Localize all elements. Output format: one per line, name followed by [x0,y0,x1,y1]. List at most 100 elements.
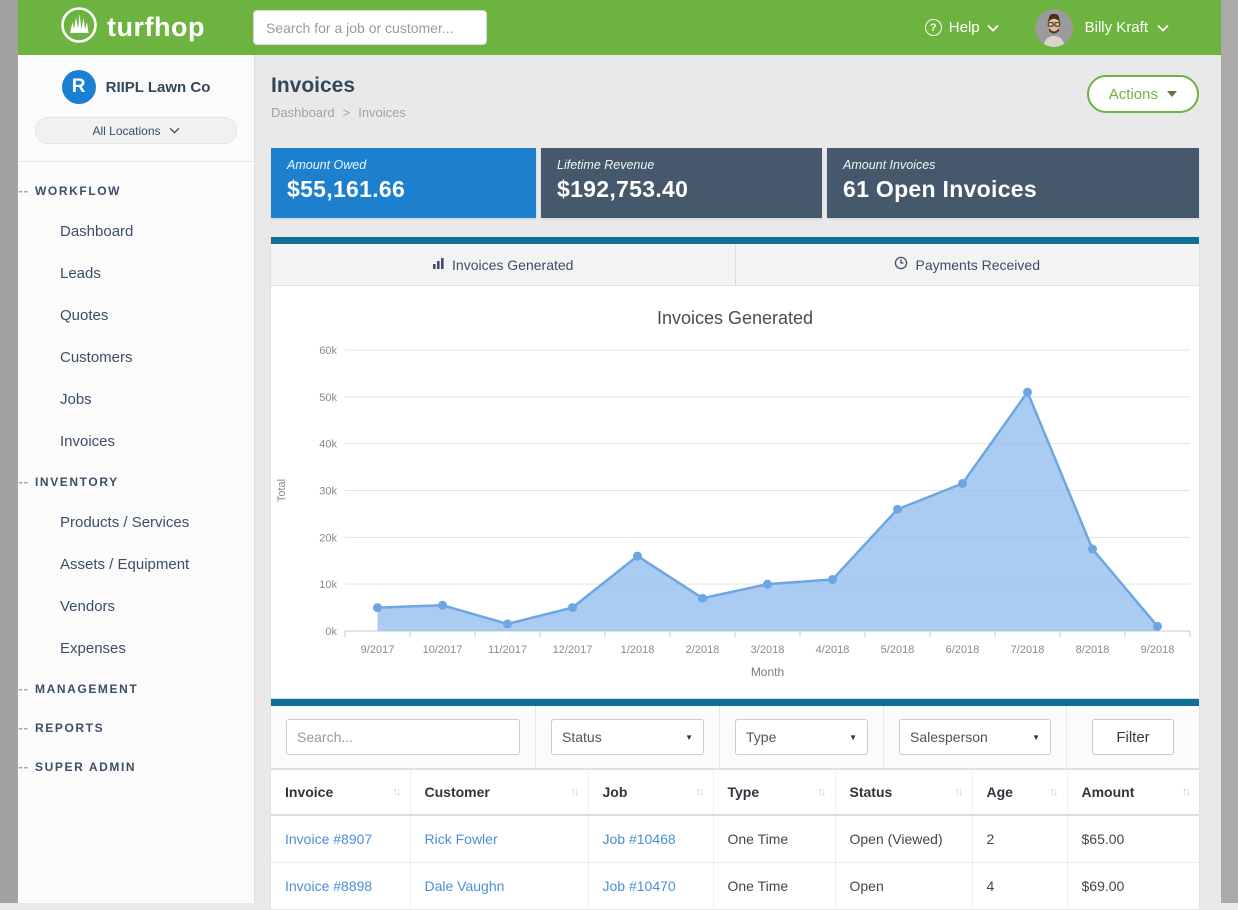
tab-invoices-generated[interactable]: Invoices Generated [271,244,735,285]
sort-icon[interactable]: ↑↓ [571,786,578,798]
invoice-link[interactable]: Invoice #8898 [285,878,372,894]
sort-icon[interactable]: ↑↓ [1182,786,1189,798]
chart-title: Invoices Generated [271,286,1199,329]
chart-point[interactable] [568,603,577,612]
chart-point[interactable] [1023,388,1032,397]
location-selector[interactable]: All Locations [35,117,237,144]
cell-invoice: Invoice #8907 [271,815,410,863]
filter-row: Status▼ Type▼ Salesperson▼ Filter [271,706,1199,770]
column-header-age[interactable]: Age ↑↓ [972,770,1067,815]
sidebar-item-leads[interactable]: Leads [18,252,254,294]
x-tick-label: 11/2017 [488,644,527,656]
sidebar-section-super-admin[interactable]: ---SUPER ADMIN [18,747,254,786]
column-label: Status [850,784,893,800]
customer-link[interactable]: Dale Vaughn [425,878,505,894]
sidebar-section-management[interactable]: ---MANAGEMENT [18,669,254,708]
job-link[interactable]: Job #10470 [603,878,676,894]
job-link[interactable]: Job #10468 [603,831,676,847]
sort-icon[interactable]: ↑↓ [818,786,825,798]
brand-logo[interactable]: turfhop [60,6,205,49]
stat-label: Lifetime Revenue [557,158,806,172]
sort-icon[interactable]: ↑↓ [393,786,400,798]
customer-link[interactable]: Rick Fowler [425,831,498,847]
chart-point[interactable] [373,603,382,612]
tab-payments-received[interactable]: Payments Received [735,244,1200,285]
y-tick-label: 0k [325,626,337,638]
column-header-status[interactable]: Status ↑↓ [835,770,972,815]
invoice-link[interactable]: Invoice #8907 [285,831,372,847]
chart-point[interactable] [1088,545,1097,554]
chart-point[interactable] [1153,622,1162,631]
user-avatar[interactable] [1035,9,1073,47]
column-header-type[interactable]: Type↑↓ [713,770,835,815]
chart-point[interactable] [958,479,967,488]
sidebar-item-products-services[interactable]: Products / Services [18,501,254,543]
sort-icon[interactable]: ↑↓ [696,786,703,798]
breadcrumb-separator: > [343,105,351,120]
chart-point[interactable] [503,619,512,628]
x-tick-label: 12/2017 [553,644,593,656]
user-menu[interactable]: Billy Kraft [1085,19,1169,36]
column-label: Age [987,784,1013,800]
chart-point[interactable] [698,594,707,603]
chart-point[interactable] [633,552,642,561]
type-select[interactable]: Type▼ [735,719,868,755]
window-edge-right[interactable] [1221,0,1238,903]
sidebar-section-label: SUPER ADMIN [35,760,136,774]
y-tick-label: 10k [319,579,337,591]
sidebar-company-section: R RIIPL Lawn Co All Locations [18,55,254,162]
caret-down-icon [1167,91,1177,97]
filter-button-cell: Filter [1067,706,1199,768]
global-search-input[interactable] [253,10,487,45]
sidebar-item-quotes[interactable]: Quotes [18,294,254,336]
x-tick-label: 10/2017 [423,644,463,656]
sidebar-item-customers[interactable]: Customers [18,336,254,378]
column-label: Amount [1082,784,1135,800]
caret-down-icon: ▼ [849,733,857,742]
cell-type: One Time [713,863,835,910]
breadcrumb-dashboard[interactable]: Dashboard [271,105,335,120]
sidebar-item-assets-equipment[interactable]: Assets / Equipment [18,543,254,585]
actions-button[interactable]: Actions [1087,75,1199,113]
bar-chart-icon [432,257,445,273]
column-header-invoice[interactable]: Invoice↑↓ [271,770,410,815]
filter-type-cell: Type▼ [720,706,884,768]
question-circle-icon: ? [925,19,942,36]
y-tick-label: 50k [319,392,337,404]
breadcrumb: Dashboard > Invoices [271,105,406,120]
table-search-input[interactable] [286,719,520,755]
sidebar-item-dashboard[interactable]: Dashboard [18,210,254,252]
cell-age: 2 [972,815,1067,863]
stat-value: $192,753.40 [557,176,806,203]
chart-point[interactable] [763,580,772,589]
cell-status: Open [835,863,972,910]
filter-button[interactable]: Filter [1092,719,1173,755]
stats-row: Amount Owed$55,161.66Lifetime Revenue$19… [271,148,1199,218]
sidebar-section-reports[interactable]: ---REPORTS [18,708,254,747]
sidebar-item-vendors[interactable]: Vendors [18,585,254,627]
y-tick-label: 30k [319,486,337,498]
sidebar-section-inventory[interactable]: ---INVENTORY [18,462,254,501]
sidebar-item-jobs[interactable]: Jobs [18,378,254,420]
sidebar-item-invoices[interactable]: Invoices [18,420,254,462]
salesperson-select[interactable]: Salesperson▼ [899,719,1051,755]
stat-card-amount-invoices: Amount Invoices61 Open Invoices [827,148,1199,218]
status-select[interactable]: Status▼ [551,719,704,755]
help-menu[interactable]: ? Help [925,19,999,36]
column-header-customer[interactable]: Customer↑↓ [410,770,588,815]
y-tick-label: 20k [319,532,337,544]
tab-label: Invoices Generated [452,257,573,273]
cell-job: Job #10470 [588,863,713,910]
sidebar-item-expenses[interactable]: Expenses [18,627,254,669]
chart-point[interactable] [828,575,837,584]
breadcrumb-invoices[interactable]: Invoices [358,105,406,120]
sort-icon[interactable]: ↑↓ [1050,786,1057,798]
sort-icon[interactable]: ↑↓ [955,786,962,798]
sidebar-section-workflow[interactable]: ---WORKFLOW [18,171,254,210]
page-title: Invoices [271,74,355,98]
column-header-amount[interactable]: Amount ↑↓ [1067,770,1199,815]
chart-point[interactable] [893,505,902,514]
chart-point[interactable] [438,601,447,610]
column-header-job[interactable]: Job↑↓ [588,770,713,815]
table-panel: Status▼ Type▼ Salesperson▼ Filter Invoic… [271,699,1199,910]
